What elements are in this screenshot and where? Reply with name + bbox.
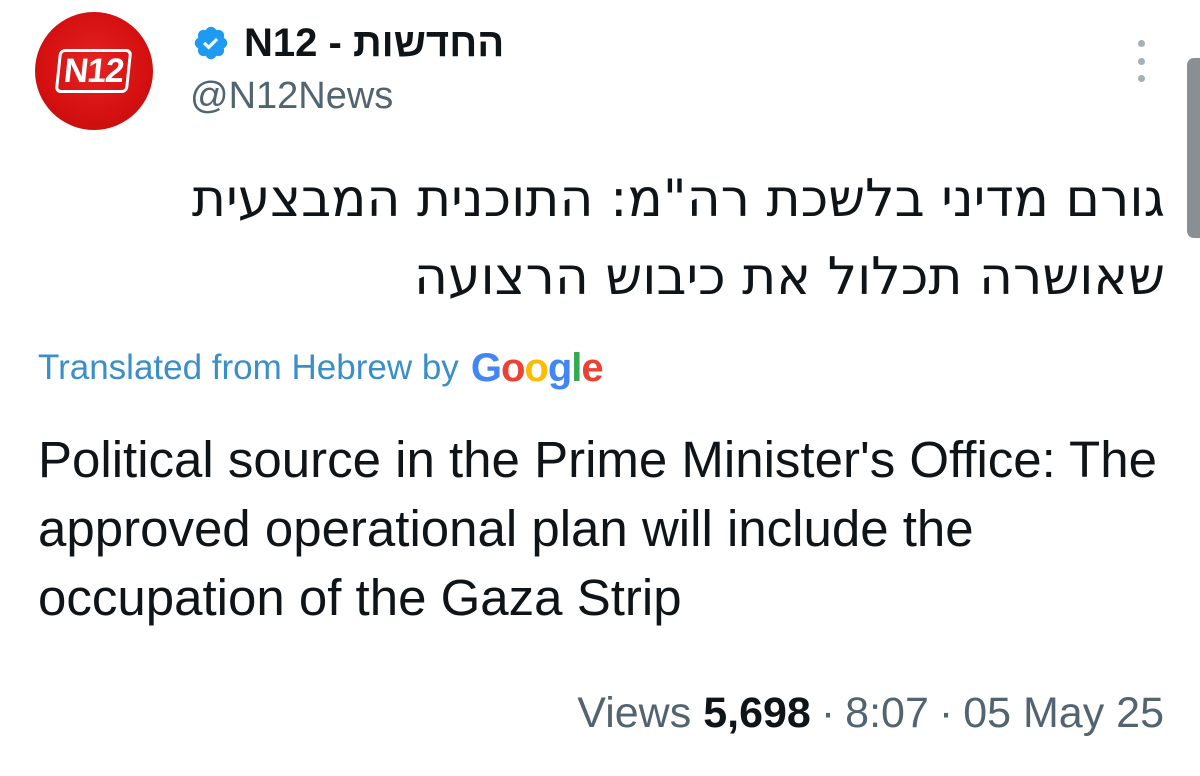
meta-separator: · [938,688,954,737]
tweet-date[interactable]: 05 May 25 [963,689,1164,738]
more-dot [1137,57,1145,65]
tweet-translated-text: Political source in the Prime Minister's… [38,431,1157,626]
tweet-original-text: גורם מדיני בלשכת רה"מ: התוכנית המבצעית ש… [191,169,1165,307]
translated-label[interactable]: Translated from Hebrew by [38,348,459,388]
more-options-icon[interactable] [1126,40,1156,82]
tweet-time[interactable]: 8:07 [845,689,929,738]
tweet-meta: Views 5,698 · 8:07 · 05 May 25 [577,686,1164,740]
account-handle[interactable]: @N12News [190,73,393,119]
views-count[interactable]: 5,698 [703,689,811,738]
account-name-row[interactable]: החדשות - N12 [192,18,504,68]
translation-attribution[interactable]: Translated from Hebrew by Google [38,342,604,394]
scrollbar-thumb[interactable] [1187,58,1200,238]
google-logo: Google [470,345,604,390]
display-name[interactable]: החדשות - N12 [244,18,504,68]
avatar[interactable]: N12 [35,12,153,130]
more-dot [1137,75,1145,82]
meta-separator: · [820,688,836,737]
more-dot [1137,40,1145,47]
avatar-logo-text: N12 [55,49,133,93]
verified-badge-icon [192,24,230,62]
views-label: Views [577,688,692,737]
